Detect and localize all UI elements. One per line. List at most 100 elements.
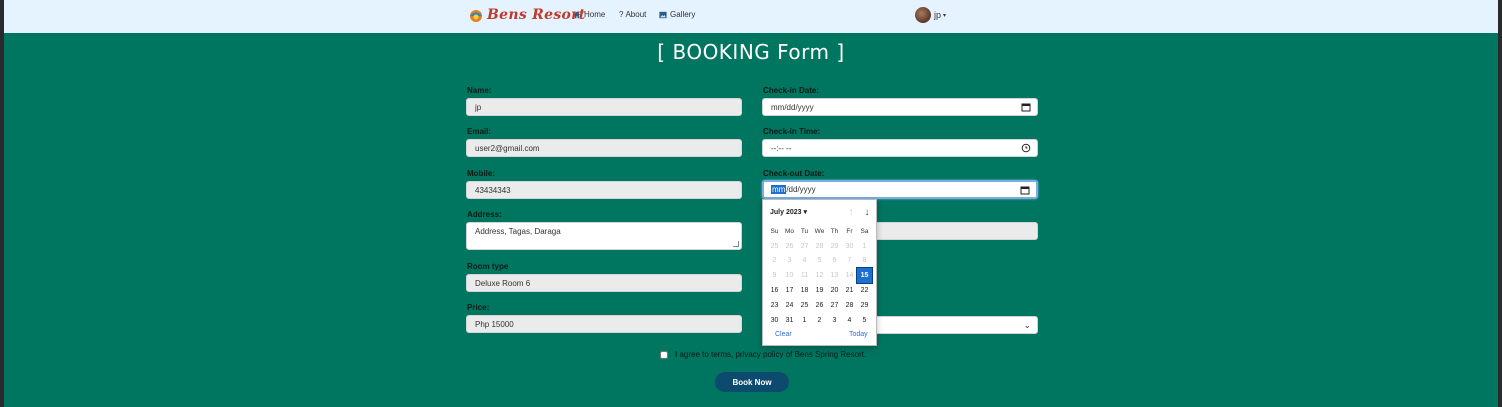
page: Bens Resort Home ? About Gallery jp ▾ [ … <box>4 0 1498 407</box>
nav-gallery[interactable]: Gallery <box>659 10 695 19</box>
calendar-day[interactable]: 22 <box>857 283 872 298</box>
calendar-day[interactable]: 30 <box>767 313 782 328</box>
checkout-date-label: Check-out Date: <box>763 169 825 178</box>
weekday-header: Tu <box>800 227 809 235</box>
calendar-day: 5 <box>817 257 822 265</box>
calendar-day[interactable]: 29 <box>857 298 872 313</box>
calendar-day: 13 <box>830 272 839 280</box>
calendar-day-selected[interactable]: 15 <box>856 267 873 285</box>
checkout-date-input[interactable]: mm/dd/yyyy <box>762 180 1038 199</box>
calendar-icon[interactable] <box>1021 102 1031 112</box>
terms-row: I agree to terms, privacy policy of Bens… <box>660 350 866 359</box>
name-field[interactable]: jp <box>466 98 742 116</box>
calendar-month-selector[interactable]: July 2023 ▾ <box>770 208 807 216</box>
calendar-day[interactable]: 20 <box>827 283 842 298</box>
room-type-value: Deluxe Room 6 <box>475 278 531 288</box>
checkin-date-placeholder: mm/dd/yyyy <box>771 102 814 112</box>
calendar-day[interactable]: 21 <box>842 283 857 298</box>
nav-home[interactable]: Home <box>573 10 605 19</box>
checkin-date-label: Check-in Date: <box>763 86 820 95</box>
weekday-header: Su <box>770 227 779 235</box>
calendar-day: 2 <box>772 257 777 265</box>
caret-down-icon: ▾ <box>803 209 807 216</box>
calendar-day[interactable]: 1 <box>797 313 812 328</box>
mobile-field[interactable]: 43434343 <box>466 181 742 199</box>
calendar-day[interactable]: 28 <box>842 298 857 313</box>
calendar-day[interactable]: 24 <box>782 298 797 313</box>
checkin-time-input[interactable]: --:-- -- <box>762 139 1038 157</box>
nav-home-label: Home <box>584 10 606 19</box>
calendar-day: 9 <box>772 272 777 280</box>
email-label: Email: <box>467 127 492 136</box>
calendar-day[interactable]: 31 <box>782 313 797 328</box>
brand[interactable]: Bens Resort <box>468 7 586 23</box>
calendar-day: 25 <box>770 242 779 250</box>
calendar-day[interactable]: 16 <box>767 283 782 298</box>
clock-icon[interactable] <box>1021 143 1031 153</box>
weekday-header: Sa <box>860 227 869 235</box>
email-value: user2@gmail.com <box>475 143 540 153</box>
user-name: jp <box>934 10 942 20</box>
mobile-value: 43434343 <box>475 185 511 195</box>
weekday-header: We <box>814 227 825 235</box>
price-field[interactable]: Php 15000 <box>466 315 742 333</box>
calendar-icon[interactable] <box>1020 185 1030 195</box>
previous-month-arrow-icon[interactable]: ↑ <box>845 206 857 218</box>
today-button[interactable]: Today <box>849 331 868 338</box>
calendar-month-label: July 2023 <box>770 209 802 216</box>
checkin-date-input[interactable]: mm/dd/yyyy <box>762 98 1038 116</box>
calendar-day: 3 <box>787 257 792 265</box>
weekday-header: Mo <box>784 227 795 235</box>
name-value: jp <box>475 102 482 112</box>
home-icon <box>573 11 581 18</box>
checkout-date-rest: /dd/yyyy <box>786 185 816 194</box>
calendar-day[interactable]: 19 <box>812 283 827 298</box>
avatar <box>915 7 931 23</box>
room-type-field[interactable]: Deluxe Room 6 <box>466 274 742 292</box>
calendar-day: 7 <box>847 257 852 265</box>
address-textarea[interactable]: Address, Tagas, Daraga <box>466 222 742 250</box>
nav-gallery-label: Gallery <box>670 10 696 19</box>
calendar-day[interactable]: 25 <box>797 298 812 313</box>
page-title: [ BOOKING Form ] <box>657 40 845 64</box>
resize-handle-icon[interactable] <box>733 241 739 247</box>
next-month-arrow-icon[interactable]: ↓ <box>861 206 873 218</box>
calendar-day[interactable]: 5 <box>857 313 872 328</box>
calendar-day: 8 <box>862 257 867 265</box>
calendar-day[interactable]: 2 <box>812 313 827 328</box>
book-now-button[interactable]: Book Now <box>715 372 789 392</box>
weekday-header: Fr <box>846 227 853 235</box>
mobile-label: Mobile: <box>467 169 495 178</box>
calendar-day[interactable]: 26 <box>812 298 827 313</box>
question-icon: ? <box>619 10 624 19</box>
calendar-day[interactable]: 27 <box>827 298 842 313</box>
email-field[interactable]: user2@gmail.com <box>466 139 742 157</box>
clear-button[interactable]: Clear <box>775 331 792 338</box>
calendar-day[interactable]: 17 <box>782 283 797 298</box>
calendar-day: 4 <box>802 257 807 265</box>
price-value: Php 15000 <box>475 319 514 329</box>
calendar-day: 28 <box>815 242 824 250</box>
calendar-day[interactable]: 3 <box>827 313 842 328</box>
calendar-day: 6 <box>832 257 837 265</box>
nav-about[interactable]: ? About <box>619 10 646 19</box>
calendar-grid: Su Mo Tu We Th Fr Sa 25 26 27 28 29 30 1 2 3 4 5 6 7 8 9 10 11 1… <box>767 224 873 328</box>
address-value: Address, Tagas, Daraga <box>475 227 561 236</box>
terms-checkbox[interactable] <box>660 350 668 359</box>
name-label: Name: <box>467 86 492 95</box>
nav-about-label: About <box>625 10 647 19</box>
calendar-day[interactable]: 23 <box>767 298 782 313</box>
user-menu[interactable]: jp ▾ <box>915 7 946 23</box>
calendar-day: 30 <box>845 242 854 250</box>
address-label: Address: <box>467 210 502 219</box>
calendar-day: 1 <box>862 242 867 250</box>
calendar-day: 14 <box>845 272 854 280</box>
terms-label: I agree to terms, privacy policy of Bens… <box>675 350 867 359</box>
calendar-day: 26 <box>785 242 794 250</box>
checkout-month-segment[interactable]: mm <box>771 185 787 194</box>
brand-name: Bens Resort <box>487 7 586 23</box>
image-icon <box>659 11 667 18</box>
calendar-day[interactable]: 18 <box>797 283 812 298</box>
navbar: Bens Resort Home ? About Gallery jp ▾ <box>4 0 1498 33</box>
calendar-day[interactable]: 4 <box>842 313 857 328</box>
